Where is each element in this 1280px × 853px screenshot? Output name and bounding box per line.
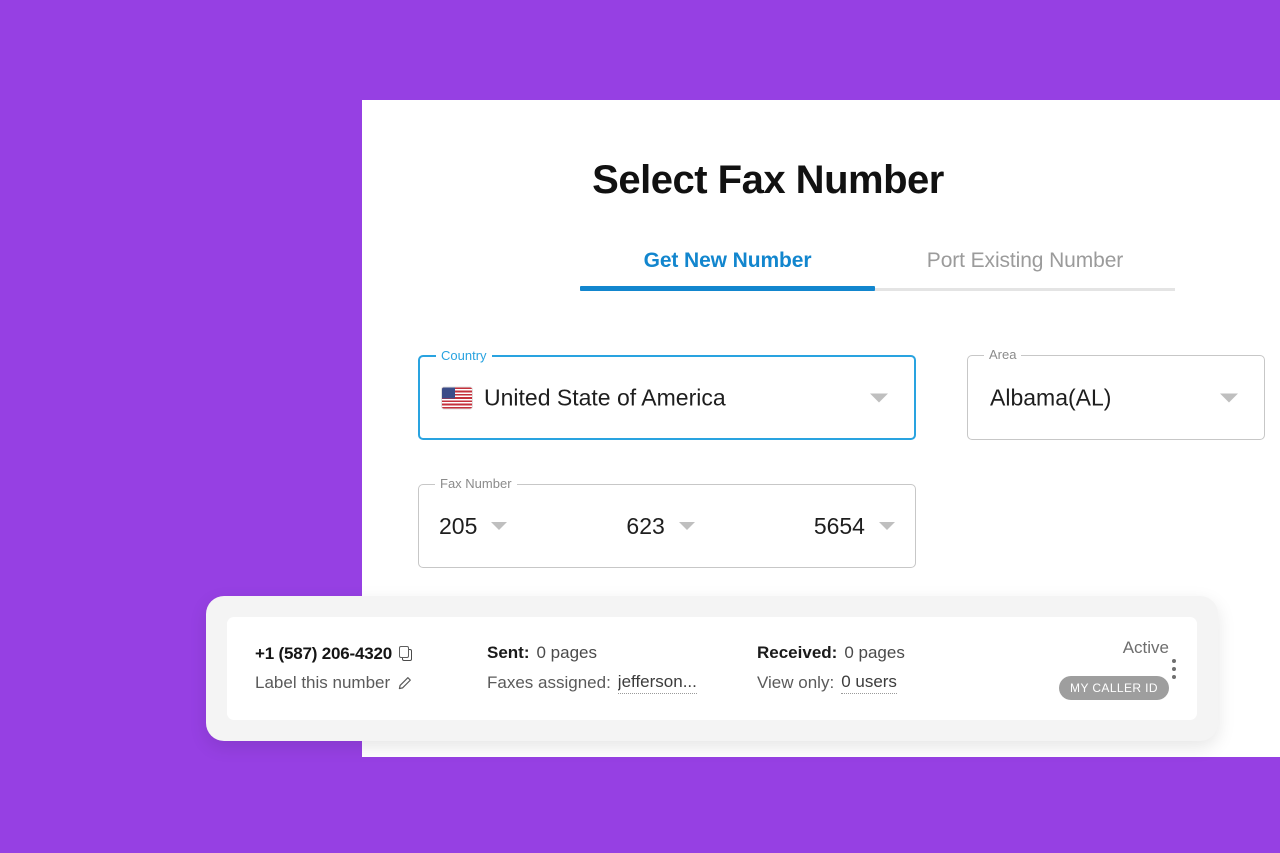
fax-segment-prefix-value: 623 xyxy=(626,512,665,539)
number-card: +1 (587) 206-4320 Label this number Sent… xyxy=(227,617,1197,720)
country-label: Country xyxy=(436,348,492,364)
fax-segment-areacode-value: 205 xyxy=(439,512,478,539)
number-card-container: +1 (587) 206-4320 Label this number Sent… xyxy=(206,596,1218,741)
chevron-down-icon[interactable] xyxy=(491,522,508,530)
my-caller-id-badge[interactable]: MY CALLER ID xyxy=(1059,675,1169,700)
view-only-label: View only: xyxy=(757,673,835,692)
sent-value: 0 pages xyxy=(536,643,598,662)
kebab-menu-icon[interactable] xyxy=(1168,655,1180,683)
phone-number: +1 (587) 206-4320 xyxy=(255,644,392,663)
sent-row: Sent: 0 pages xyxy=(487,643,757,663)
number-column: +1 (587) 206-4320 Label this number xyxy=(255,644,487,693)
fax-number-group: Fax Number 205 623 5654 xyxy=(418,476,916,568)
chevron-down-icon[interactable] xyxy=(678,522,695,530)
area-label: Area xyxy=(984,347,1022,363)
tab-get-new-number[interactable]: Get New Number xyxy=(580,240,875,286)
status-badge: Active xyxy=(1122,637,1169,657)
fax-segment-prefix-select[interactable]: 623 xyxy=(626,512,695,540)
sent-column: Sent: 0 pages Faxes assigned: jefferson.… xyxy=(487,643,757,694)
received-label: Received: xyxy=(757,643,838,662)
chevron-down-icon[interactable] xyxy=(1220,393,1238,402)
sent-label: Sent: xyxy=(487,643,530,662)
country-value-wrap: United State of America xyxy=(442,384,726,411)
copy-icon[interactable] xyxy=(398,646,414,662)
status-column: Active MY CALLER ID xyxy=(1059,638,1169,700)
area-value-wrap: Albama(AL) xyxy=(990,384,1111,411)
view-only-row: View only: 0 users xyxy=(757,672,1047,694)
received-row: Received: 0 pages xyxy=(757,643,1047,663)
tab-bar: Get New Number Port Existing Number xyxy=(580,240,1175,286)
pencil-icon[interactable] xyxy=(397,676,412,691)
faxes-assigned-label: Faxes assigned: xyxy=(487,673,611,692)
received-value: 0 pages xyxy=(844,643,905,662)
received-column: Received: 0 pages View only: 0 users xyxy=(757,643,1047,694)
label-this-number-text: Label this number xyxy=(255,673,391,692)
chevron-down-icon[interactable] xyxy=(878,522,895,530)
faxes-assigned-value[interactable]: jefferson... xyxy=(617,672,697,694)
fax-segment-line-select[interactable]: 5654 xyxy=(814,513,895,540)
fax-segment-areacode-select[interactable]: 205 xyxy=(439,512,508,540)
faxes-assigned-row: Faxes assigned: jefferson... xyxy=(487,672,757,694)
area-value: Albama(AL) xyxy=(990,384,1112,410)
country-select[interactable]: Country United State of America xyxy=(418,348,916,440)
chevron-down-icon[interactable] xyxy=(870,393,888,402)
tab-port-existing-number[interactable]: Port Existing Number xyxy=(875,240,1175,286)
number-card-columns: +1 (587) 206-4320 Label this number Sent… xyxy=(227,617,1197,720)
fax-segment-line-value: 5654 xyxy=(813,512,865,539)
tab-underline-active xyxy=(580,286,875,291)
country-value: United State of America xyxy=(484,384,726,410)
phone-number-row: +1 (587) 206-4320 xyxy=(255,644,487,664)
page-title: Select Fax Number xyxy=(592,158,944,202)
us-flag-icon xyxy=(442,387,472,408)
label-number-row[interactable]: Label this number xyxy=(255,673,487,693)
fax-number-segments: 205 623 5654 xyxy=(419,485,915,567)
view-only-value[interactable]: 0 users xyxy=(841,672,897,694)
area-select[interactable]: Area Albama(AL) xyxy=(967,347,1265,440)
